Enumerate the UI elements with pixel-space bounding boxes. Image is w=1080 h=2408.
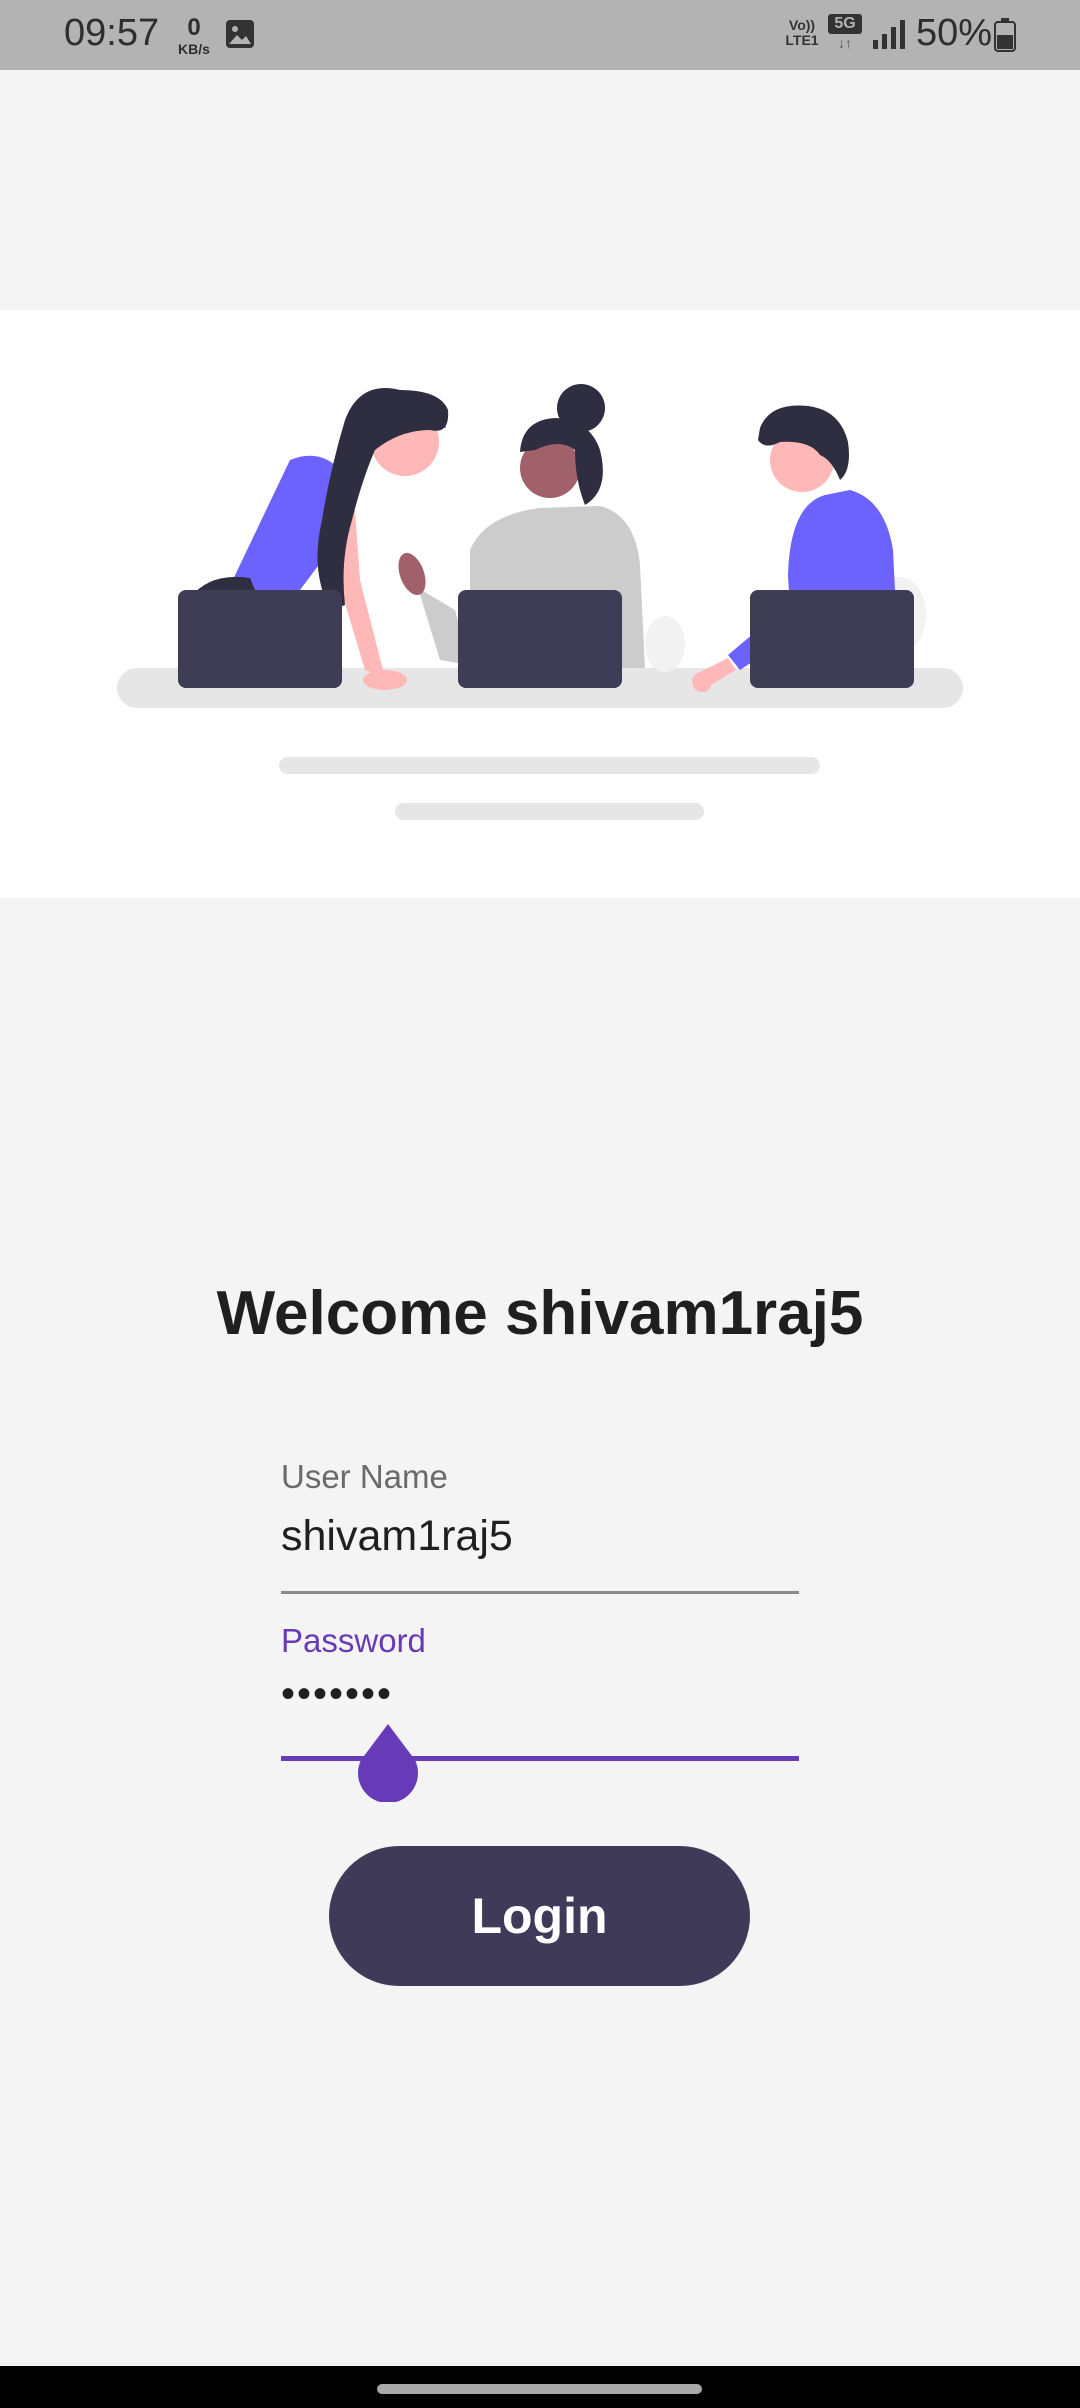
- battery-icon: [994, 18, 1016, 52]
- image-icon: [226, 20, 254, 48]
- network-speed: 0 KB/s: [172, 14, 216, 57]
- status-bar: 09:57 0 KB/s Vo)) LTE1 5G ↓↑ 50%: [0, 0, 1080, 70]
- home-gesture-handle[interactable]: [377, 2384, 702, 2394]
- battery-percent: 50%: [916, 12, 993, 54]
- username-field[interactable]: User Name shivam1raj5: [281, 1458, 799, 1594]
- login-button[interactable]: Login: [329, 1846, 750, 1986]
- navigation-bar: [0, 2366, 1080, 2408]
- volte-indicator: Vo)) LTE1: [782, 18, 822, 47]
- network-type: 5G ↓↑: [828, 14, 862, 52]
- volte-label: Vo)): [788, 17, 816, 33]
- welcome-title: Welcome shivam1raj5: [216, 1279, 864, 1348]
- password-label: Password: [281, 1622, 426, 1659]
- status-time: 09:57: [64, 12, 160, 54]
- network-speed-unit: KB/s: [178, 41, 210, 57]
- signal-icon: [873, 20, 905, 49]
- network-speed-value: 0: [187, 14, 201, 41]
- hero-banner: [0, 310, 1080, 898]
- people-working-laptops-illustration: [117, 384, 963, 820]
- text-cursor-handle[interactable]: [357, 1724, 419, 1802]
- network-type-label: 5G: [828, 14, 862, 34]
- lte-label: LTE1: [785, 31, 819, 48]
- password-input[interactable]: •••••••: [281, 1672, 799, 1717]
- password-field[interactable]: Password •••••••: [281, 1622, 799, 1802]
- data-arrows-icon: ↓↑: [838, 35, 852, 51]
- username-input[interactable]: shivam1raj5: [281, 1512, 799, 1561]
- username-label: User Name: [281, 1458, 448, 1495]
- username-underline: [281, 1591, 799, 1594]
